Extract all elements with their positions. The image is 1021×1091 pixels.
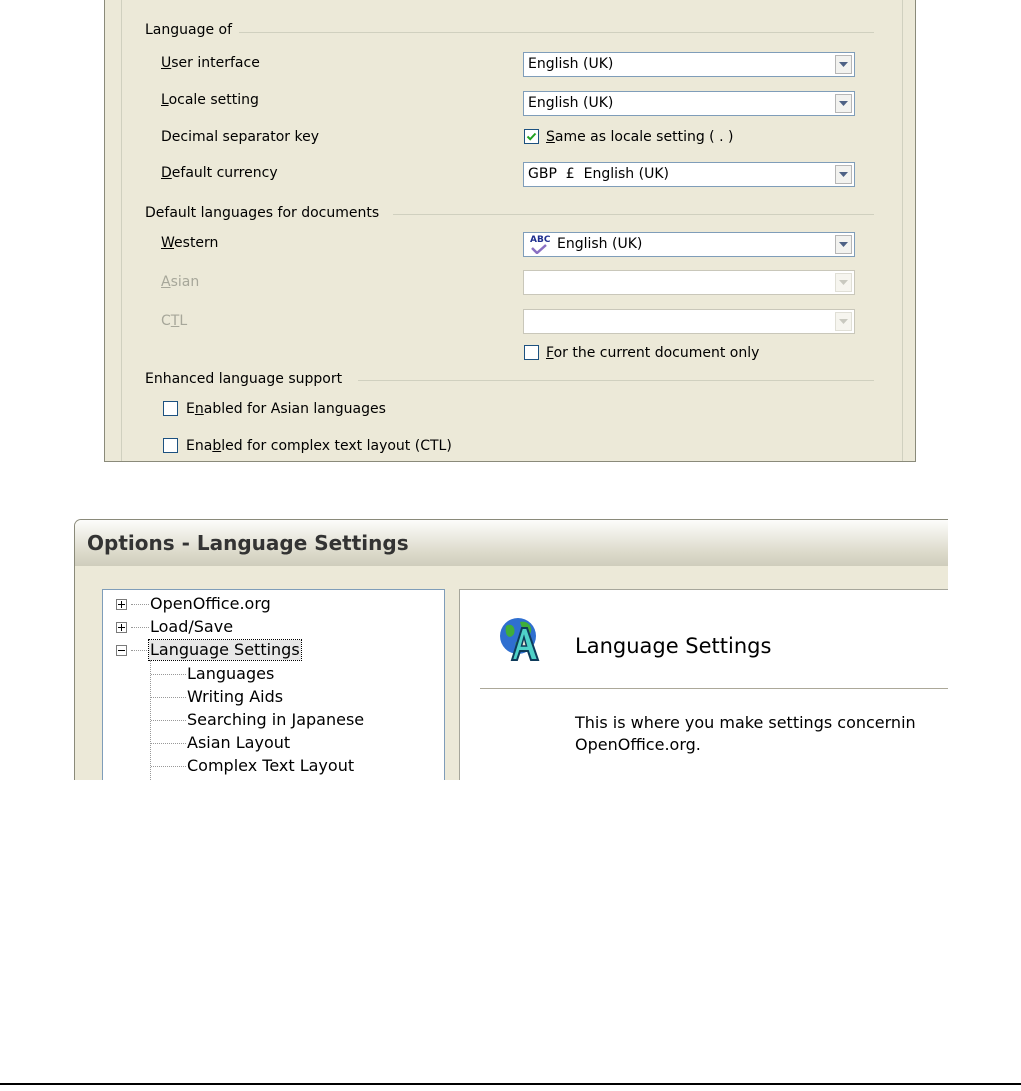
chevron-down-icon[interactable] (835, 235, 852, 254)
default-currency-value: GBP £ English (UK) (528, 166, 669, 182)
dialog-title: Options - Language Settings (87, 531, 409, 555)
tree-connector (131, 604, 149, 606)
expand-plus-icon[interactable] (116, 599, 127, 610)
page-title: Language Settings (575, 634, 772, 658)
page-description-line2: OpenOffice.org. (575, 735, 701, 754)
page-description-line1: This is where you make settings concerni… (575, 713, 916, 732)
asian-label-text: sian (170, 274, 200, 290)
tree-item-asian-layout[interactable]: Asian Layout (187, 733, 290, 753)
ctl-language-dropdown[interactable] (523, 309, 855, 334)
spellcheck-abc-icon: ABC (530, 235, 550, 254)
section-enhanced-language-support: Enhanced language support (145, 371, 343, 387)
user-interface-dropdown[interactable]: English (UK) (523, 52, 855, 77)
section-divider (239, 32, 874, 33)
asian-languages-label: Enabled for Asian languages (186, 401, 386, 417)
ctl-layout-label-text: led for complex text layout (CTL) (221, 438, 452, 454)
tree-connector (131, 627, 149, 629)
language-options-panel: Language of User interface English (UK) … (104, 0, 916, 462)
current-document-only-label-text: or the current document only (553, 345, 760, 361)
tree-connector (131, 650, 149, 652)
same-as-locale-checkbox[interactable] (524, 129, 539, 144)
chevron-down-icon[interactable] (835, 55, 852, 74)
page-divider (480, 688, 948, 689)
tree-connector (151, 697, 186, 699)
title-bar: Options - Language Settings (75, 520, 948, 566)
same-as-locale-label-text: ame as locale setting ( . ) (554, 129, 734, 145)
same-as-locale-label: Same as locale setting ( . ) (546, 129, 734, 145)
chevron-down-icon[interactable] (835, 273, 852, 292)
globe-letter-a-icon (500, 618, 540, 661)
collapse-minus-icon[interactable] (116, 645, 127, 656)
section-language-of: Language of (145, 22, 233, 38)
chevron-down-icon[interactable] (835, 94, 852, 113)
tree-item-languages[interactable]: Languages (187, 664, 274, 684)
default-currency-dropdown[interactable]: GBP £ English (UK) (523, 162, 855, 187)
user-interface-label-text: ser interface (171, 55, 260, 71)
western-language-value: English (UK) (557, 236, 643, 252)
decimal-separator-label: Decimal separator key (161, 129, 320, 145)
tree-connector (151, 674, 186, 676)
tree-item-complex-text-layout[interactable]: Complex Text Layout (187, 756, 354, 776)
section-divider (358, 380, 874, 381)
expand-plus-icon[interactable] (116, 622, 127, 633)
western-label-text: estern (174, 235, 219, 251)
tree-item-load-save[interactable]: Load/Save (150, 617, 233, 637)
section-divider (393, 214, 874, 215)
western-label: Western (161, 235, 219, 251)
asian-language-dropdown[interactable] (523, 270, 855, 295)
options-page: Language Settings This is where you make… (459, 589, 948, 780)
locale-setting-dropdown[interactable]: English (UK) (523, 91, 855, 116)
tree-item-searching-japanese[interactable]: Searching in Japanese (187, 710, 364, 730)
page-bottom-rule (0, 1083, 1021, 1085)
chevron-down-icon[interactable] (835, 312, 852, 331)
locale-setting-label: Locale setting (161, 92, 259, 108)
current-document-only-checkbox[interactable] (524, 345, 539, 360)
section-default-languages: Default languages for documents (145, 205, 380, 221)
options-tree[interactable]: OpenOffice.org Load/Save Language Settin… (102, 589, 445, 780)
current-document-only-label: For the current document only (546, 345, 760, 361)
tree-connector (151, 743, 186, 745)
options-dialog: Options - Language Settings OpenOffice.o… (74, 519, 948, 780)
locale-setting-value: English (UK) (528, 95, 614, 111)
user-interface-value: English (UK) (528, 56, 614, 72)
chevron-down-icon[interactable] (835, 165, 852, 184)
tree-connector (151, 766, 186, 768)
ctl-layout-checkbox[interactable] (163, 438, 178, 453)
western-language-dropdown[interactable]: ABC English (UK) (523, 232, 855, 257)
checkmark-icon (526, 132, 537, 141)
default-currency-label: Default currency (161, 165, 278, 181)
ctl-layout-label: Enabled for complex text layout (CTL) (186, 438, 452, 454)
tree-item-writing-aids[interactable]: Writing Aids (187, 687, 283, 707)
default-currency-label-text: efault currency (171, 165, 278, 181)
page-description: This is where you make settings concerni… (575, 712, 916, 756)
tree-item-language-settings[interactable]: Language Settings (148, 639, 302, 661)
locale-setting-label-text: ocale setting (168, 92, 259, 108)
asian-languages-label-text: abled for Asian languages (203, 401, 386, 417)
user-interface-label: User interface (161, 55, 260, 71)
ctl-label-text: L (179, 313, 188, 329)
tree-connector (151, 720, 186, 722)
asian-label: Asian (161, 274, 200, 290)
ctl-label: CTL (161, 313, 188, 329)
tree-item-openoffice[interactable]: OpenOffice.org (150, 594, 271, 614)
asian-languages-checkbox[interactable] (163, 401, 178, 416)
